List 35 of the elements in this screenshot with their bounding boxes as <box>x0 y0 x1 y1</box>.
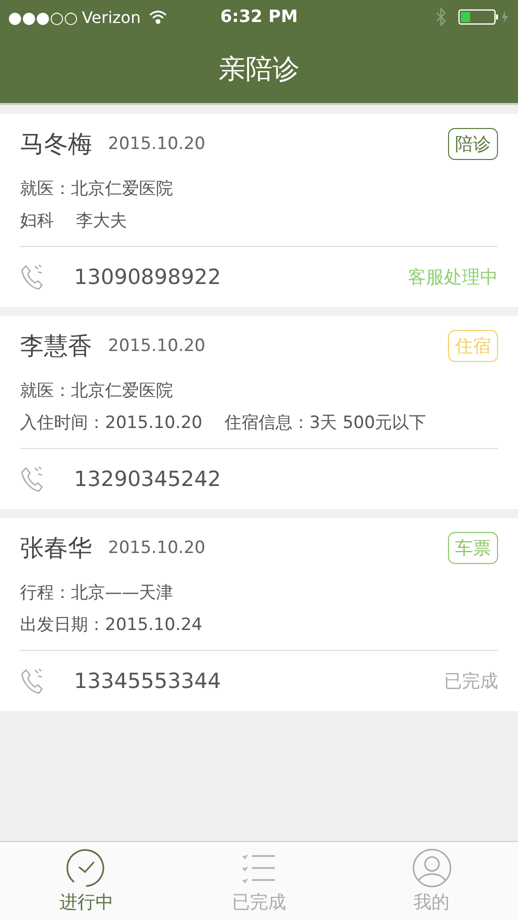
order-status: 已完成 <box>444 670 498 693</box>
service-tag: 车票 <box>448 532 498 564</box>
signal-strength: ●●●○○ <box>8 8 78 26</box>
service-tag: 陪诊 <box>448 128 498 160</box>
phone-number: 13345553344 <box>74 669 222 693</box>
user-icon <box>412 848 452 888</box>
tab-item[interactable]: 进行中 <box>0 842 173 920</box>
order-date: 2015.10.20 <box>108 336 206 356</box>
phone-number: 13290345242 <box>74 467 222 491</box>
order-date: 2015.10.20 <box>108 538 206 558</box>
patient-name: 张春华 <box>20 533 92 564</box>
order-detail: 就医：北京仁爱医院 <box>20 380 173 402</box>
clock-time: 6:32 PM <box>220 7 298 27</box>
order-card[interactable]: 张春华 2015.10.20 车票 行程：北京——天津 出发日期：2015.10.24 13345553344 已完成 <box>0 518 518 711</box>
service-tag: 住宿 <box>448 330 498 362</box>
order-detail: 行程：北京——天津 <box>20 582 173 604</box>
order-detail: 住宿信息：3天 500元以下 <box>224 412 426 434</box>
order-status: 客服处理中 <box>408 266 498 289</box>
order-detail: 妇科 <box>20 210 54 232</box>
carrier-name: Verizon <box>82 8 141 26</box>
check-circle-icon <box>66 848 106 888</box>
order-card[interactable]: 李慧香 2015.10.20 住宿 就医：北京仁爱医院 入住时间：2015.10.20 住宿信息：3天 500元以下 13290345242 <box>0 316 518 509</box>
bluetooth-icon <box>436 8 446 26</box>
patient-name: 李慧香 <box>20 331 92 362</box>
phone-number: 13090898922 <box>74 265 222 289</box>
order-detail: 就医：北京仁爱医院 <box>20 178 173 200</box>
battery-icon <box>458 9 510 25</box>
order-detail: 入住时间：2015.10.20 <box>20 412 202 434</box>
order-date: 2015.10.20 <box>108 134 206 154</box>
wifi-icon <box>148 10 167 24</box>
order-detail: 出发日期：2015.10.24 <box>20 614 202 636</box>
patient-name: 马冬梅 <box>20 129 92 160</box>
nav-title: 亲陪诊 <box>218 52 300 86</box>
order-detail: 李大夫 <box>76 210 127 232</box>
order-card[interactable]: 马冬梅 2015.10.20 陪诊 就医：北京仁爱医院 妇科 李大夫 13090898922 客服处理中 <box>0 114 518 307</box>
